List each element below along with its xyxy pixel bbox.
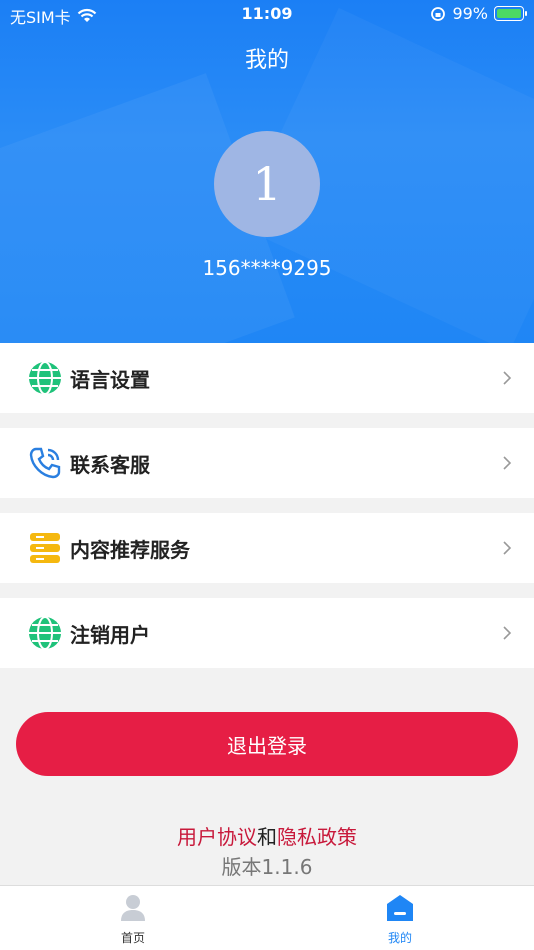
avatar-text: 1 (252, 157, 282, 211)
tab-bar: 首页 我的 (0, 885, 534, 950)
tab-label: 首页 (120, 931, 145, 945)
menu-label: 内容推荐服务 (70, 537, 190, 562)
globe-icon (29, 361, 61, 395)
menu-item-content-recommendation[interactable]: 内容推荐服务 (0, 513, 534, 583)
user-icon (121, 895, 145, 921)
menu-item-language[interactable]: 语言设置 (0, 343, 534, 413)
status-bar: 无SIM卡 11:09 99% (0, 0, 534, 28)
home-icon (387, 895, 413, 921)
legal-links: 用户协议和隐私政策 (0, 821, 534, 850)
tab-mine[interactable]: 我的 (350, 894, 450, 946)
menu-item-customer-service[interactable]: 联系客服 (0, 428, 534, 498)
version-text: 版本1.1.6 (221, 855, 313, 879)
phone-number: 156****9295 (202, 256, 332, 280)
menu-item-delete-account[interactable]: 注销用户 (0, 598, 534, 668)
menu-label: 联系客服 (70, 452, 150, 477)
page-title: 我的 (244, 48, 289, 73)
chevron-right-icon (503, 456, 512, 470)
chevron-right-icon (503, 371, 512, 385)
avatar[interactable]: 1 (214, 131, 320, 237)
globe-icon (29, 616, 61, 650)
chevron-right-icon (503, 626, 512, 640)
tab-home[interactable]: 首页 (83, 894, 183, 946)
privacy-policy-link[interactable]: 隐私政策 (277, 825, 357, 849)
tab-label: 我的 (387, 931, 412, 945)
logout-button[interactable]: 退出登录 (16, 712, 518, 776)
orientation-lock-icon (431, 6, 446, 21)
chevron-right-icon (503, 541, 512, 555)
phone-icon (29, 447, 61, 479)
status-right: 99% (430, 4, 527, 23)
and-text: 和 (257, 825, 277, 849)
menu-label: 注销用户 (70, 622, 150, 647)
battery-icon (494, 6, 527, 21)
server-icon (30, 533, 60, 563)
user-agreement-link[interactable]: 用户协议 (177, 825, 257, 849)
battery-percent: 99% (452, 4, 488, 23)
menu-label: 语言设置 (70, 367, 150, 392)
